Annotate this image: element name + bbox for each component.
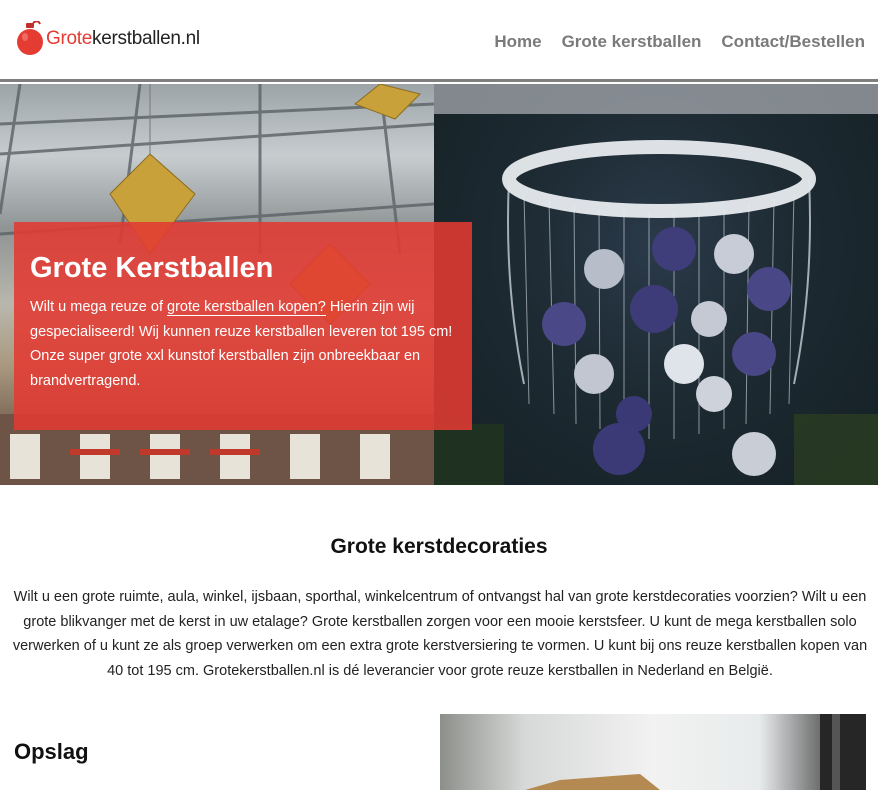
christmas-ball-icon [16,20,44,57]
site-logo[interactable]: Grotekerstballen.nl [16,20,200,58]
hero-card: Grote Kerstballen Wilt u mega reuze of g… [14,222,472,430]
logo-text: Grotekerstballen.nl [46,28,200,49]
hero-text: Wilt u mega reuze of grote kerstballen k… [30,299,453,389]
section-title: Grote kerstdecoraties [330,535,548,558]
opslag-title: Opslag [14,739,89,764]
site-header: Grotekerstballen.nl Home Grote kerstball… [0,0,878,82]
grote-kerstballen-kopen-link[interactable]: grote kerstballen kopen? [167,299,326,316]
opslag-photo [440,714,866,790]
nav-contact-bestellen[interactable]: Contact/Bestellen [721,32,865,52]
hero-title: Grote Kerstballen [30,252,274,284]
hero-photo-chandelier [434,84,878,485]
nav-grote-kerstballen[interactable]: Grote kerstballen [562,32,702,52]
nav-home[interactable]: Home [494,32,541,52]
section-text: Wilt u een grote ruimte, aula, winkel, i… [12,589,868,679]
main-nav: Home Grote kerstballen Contact/Bestellen [494,32,865,52]
hero-banner: Grote Kerstballen Wilt u mega reuze of g… [0,84,878,485]
